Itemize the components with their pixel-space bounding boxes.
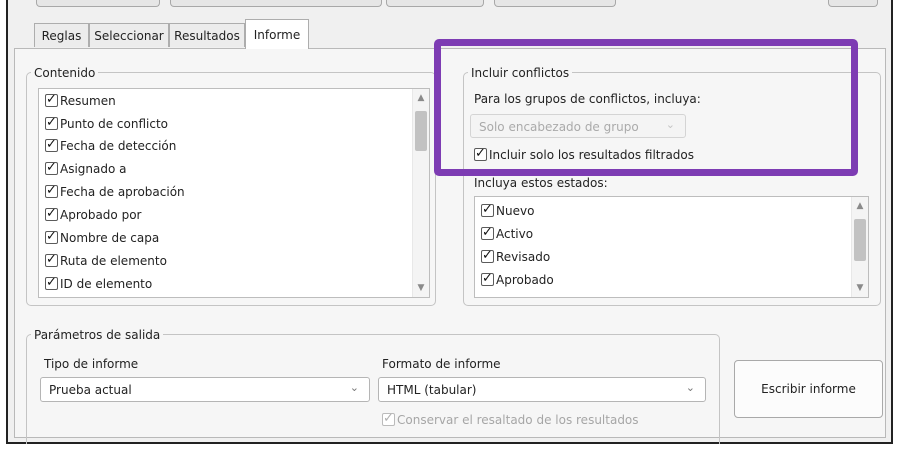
chevron-up-icon[interactable]: ▲ [852, 201, 868, 211]
content-item-id-de-elemento[interactable]: ID de elemento [45, 273, 153, 294]
tab-seleccionar[interactable]: Seleccionar [89, 23, 169, 47]
content-listbox[interactable]: Resumen Punto de conflicto Fecha de dete… [38, 88, 430, 298]
checkbox[interactable] [45, 90, 58, 110]
content-item-ruta-de-elemento[interactable]: Ruta de elemento [45, 250, 167, 271]
write-report-button[interactable]: Escribir informe [734, 360, 883, 418]
states-scrollbar[interactable]: ▲ ▼ [851, 197, 868, 297]
top-button-stub[interactable] [170, 0, 382, 7]
checkbox[interactable] [481, 269, 494, 289]
tab-reglas[interactable]: Reglas [34, 23, 89, 47]
content-scrollbar[interactable]: ▲ ▼ [412, 89, 429, 297]
content-item-label: Fecha de aprobación [60, 185, 185, 199]
states-listbox[interactable]: Nuevo Activo Revisado Aprobado ▲ ▼ [474, 196, 869, 298]
states-label: Incluya estos estados: [474, 176, 608, 190]
content-item-aprobado-por[interactable]: Aprobado por [45, 204, 142, 225]
checkbox[interactable] [45, 181, 58, 201]
content-item-label: Fecha de detección [60, 139, 177, 153]
write-report-label: Escribir informe [761, 382, 856, 396]
report-format-select[interactable]: HTML (tabular) ⌄ [378, 377, 706, 402]
checkbox[interactable] [45, 113, 58, 133]
report-type-value: Prueba actual [49, 383, 132, 397]
content-item-resumen[interactable]: Resumen [45, 90, 116, 111]
state-item-aprobado[interactable]: Aprobado [481, 269, 554, 290]
checkbox[interactable] [382, 409, 395, 429]
checkbox[interactable] [481, 246, 494, 266]
chevron-down-icon[interactable]: ▼ [852, 283, 868, 293]
content-item-fecha-de-deteccion[interactable]: Fecha de detección [45, 135, 177, 156]
report-format-label: Formato de informe [382, 357, 501, 371]
content-group-legend: Contenido [31, 66, 99, 80]
top-button-stub[interactable] [494, 0, 616, 7]
checkbox[interactable] [45, 250, 58, 270]
state-item-revisado[interactable]: Revisado [481, 246, 551, 267]
tab-label: Informe [253, 28, 301, 42]
top-button-stub[interactable] [828, 0, 878, 7]
content-item-label: Punto de conflicto [60, 117, 168, 131]
checkbox[interactable] [45, 273, 58, 293]
state-item-label: Nuevo [496, 204, 535, 218]
scrollbar-thumb[interactable] [854, 219, 866, 261]
report-type-select[interactable]: Prueba actual ⌄ [40, 377, 370, 402]
checkbox[interactable] [45, 135, 58, 155]
chevron-up-icon[interactable]: ▲ [413, 93, 429, 103]
tab-label: Resultados [174, 29, 240, 43]
content-item-label: ID de elemento [60, 277, 153, 291]
tab-label: Seleccionar [94, 29, 164, 43]
keep-highlight-checkbox[interactable]: Conservar el resaltado de los resultados [382, 409, 639, 430]
checkbox[interactable] [45, 158, 58, 178]
content-item-asignado-a[interactable]: Asignado a [45, 158, 127, 179]
state-item-nuevo[interactable]: Nuevo [481, 200, 535, 221]
state-item-activo[interactable]: Activo [481, 223, 534, 244]
content-item-punto-de-conflicto[interactable]: Punto de conflicto [45, 113, 168, 134]
state-item-label: Activo [496, 227, 534, 241]
checkbox[interactable] [481, 200, 494, 220]
tab-informe[interactable]: Informe [245, 19, 309, 49]
tab-resultados[interactable]: Resultados [169, 23, 245, 47]
state-item-label: Revisado [496, 250, 551, 264]
chevron-down-icon: ⌄ [685, 381, 695, 394]
content-item-fecha-de-aprobacion[interactable]: Fecha de aprobación [45, 181, 185, 202]
content-item-label: Aprobado por [60, 208, 142, 222]
report-type-label: Tipo de informe [44, 357, 139, 371]
top-button-stub[interactable] [36, 0, 160, 7]
content-item-label: Ruta de elemento [60, 254, 167, 268]
content-item-label: Resumen [60, 94, 116, 108]
chevron-down-icon[interactable]: ▼ [413, 283, 429, 293]
output-group-legend: Parámetros de salida [31, 328, 164, 342]
report-format-value: HTML (tabular) [387, 383, 477, 397]
top-button-stub[interactable] [386, 0, 484, 7]
keep-highlight-label: Conservar el resaltado de los resultados [397, 413, 639, 427]
scrollbar-thumb[interactable] [415, 111, 427, 151]
content-item-label: Nombre de capa [60, 231, 160, 245]
checkbox[interactable] [45, 227, 58, 247]
chevron-down-icon: ⌄ [349, 381, 359, 394]
content-item-label: Asignado a [60, 162, 127, 176]
checkbox[interactable] [481, 223, 494, 243]
tab-label: Reglas [41, 29, 82, 43]
state-item-label: Aprobado [496, 273, 554, 287]
content-item-nombre-de-capa[interactable]: Nombre de capa [45, 227, 160, 248]
highlight-box [434, 39, 858, 176]
checkbox[interactable] [45, 204, 58, 224]
